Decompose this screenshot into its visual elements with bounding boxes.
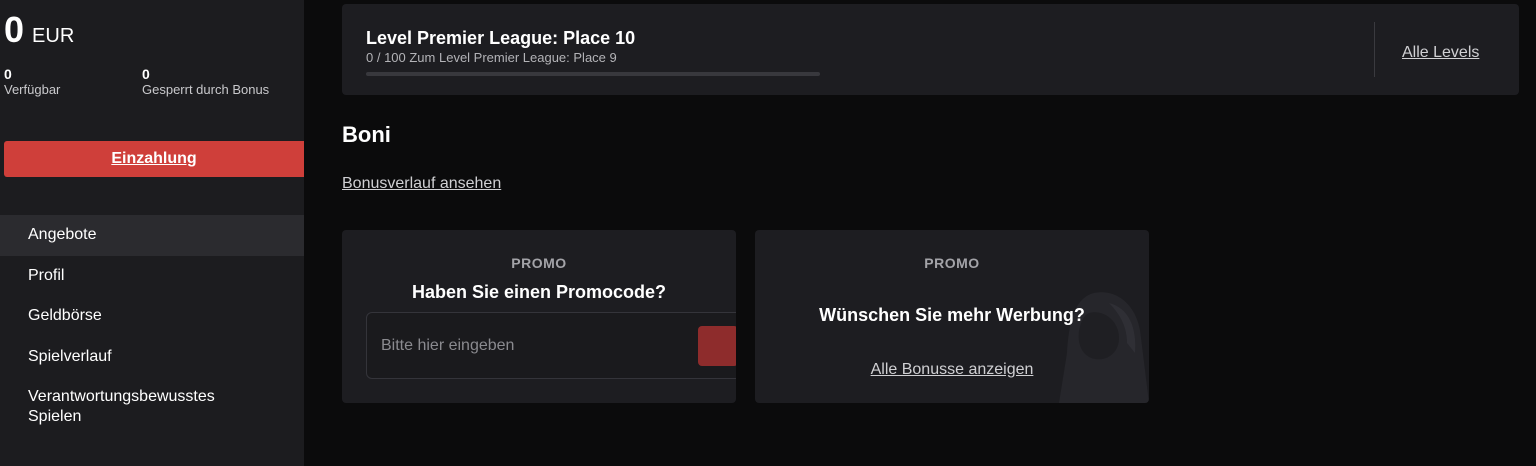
level-divider	[1374, 22, 1375, 77]
bonus-history-link[interactable]: Bonusverlauf ansehen	[342, 175, 501, 193]
bonuses-title: Boni	[342, 122, 391, 147]
all-bonuses-link[interactable]: Alle Bonusse anzeigen	[755, 361, 1149, 379]
balance: 0 EUR	[4, 10, 74, 50]
all-levels-link[interactable]: Alle Levels	[1402, 44, 1479, 62]
available-balance: 0 Verfügbar	[4, 66, 60, 98]
nav-item-angebote[interactable]: Angebote	[0, 215, 304, 256]
nav-item-verantwortung-label: Verantwortungsbewusstes Spielen	[28, 388, 215, 425]
promo-code-field	[366, 312, 736, 379]
nav-item-geldboerse[interactable]: Geldbörse	[0, 296, 304, 337]
nav-item-spielverlauf[interactable]: Spielverlauf	[0, 337, 304, 378]
locked-balance: 0 Gesperrt durch Bonus	[142, 66, 272, 98]
promo-code-heading: Haben Sie einen Promocode?	[411, 282, 667, 302]
promo-eyebrow: PROMO	[924, 255, 980, 271]
deposit-button[interactable]: Einzahlung	[4, 141, 304, 177]
more-promos-card: PROMO Wünschen Sie mehr Werbung? Alle Bo…	[755, 230, 1149, 403]
more-promos-heading: Wünschen Sie mehr Werbung?	[819, 305, 1085, 325]
available-value: 0	[4, 66, 12, 82]
promo-code-submit-button[interactable]	[698, 326, 736, 366]
level-title: Level Premier League: Place 10	[366, 28, 636, 48]
main-content: Level Premier League: Place 10 0 / 100 Z…	[304, 0, 1536, 466]
nav-item-verantwortung[interactable]: Verantwortungsbewusstes Spielen	[0, 377, 304, 437]
balance-amount: 0	[4, 9, 25, 50]
promo-eyebrow: PROMO	[511, 255, 567, 271]
sidebar: 0 EUR 0 Verfügbar 0 Gesperrt durch Bonus…	[0, 0, 304, 466]
hooded-figure-illustration	[1059, 292, 1149, 403]
level-card: Level Premier League: Place 10 0 / 100 Z…	[342, 4, 1519, 95]
level-subtitle: 0 / 100 Zum Level Premier League: Place …	[366, 50, 617, 65]
promo-code-card: PROMO Haben Sie einen Promocode?	[342, 230, 736, 403]
nav-item-profil[interactable]: Profil	[0, 256, 304, 297]
locked-label: Gesperrt durch Bonus	[142, 82, 270, 97]
available-label: Verfügbar	[4, 82, 61, 97]
balance-currency: EUR	[32, 25, 75, 47]
account-nav: Angebote Profil Geldbörse Spielverlauf V…	[0, 215, 304, 437]
promo-code-input[interactable]	[367, 313, 687, 378]
locked-value: 0	[142, 66, 150, 82]
level-progress-bar	[366, 72, 820, 76]
